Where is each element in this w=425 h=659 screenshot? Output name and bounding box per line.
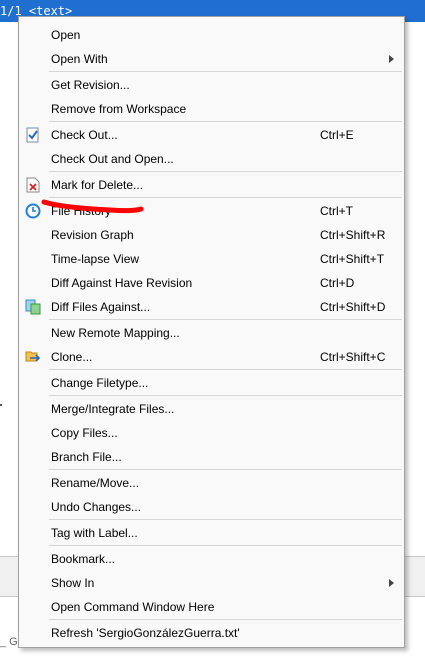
menu-item-remove-from-workspace[interactable]: Remove from Workspace [19,97,404,121]
menu-item-label: Time-lapse View [51,252,140,266]
menu-item-check-out[interactable]: Check Out... Ctrl+E [19,123,404,147]
menu-item-label: Diff Against Have Revision [51,276,193,290]
menu-item-label: Copy Files... [51,426,118,440]
menu-item-clone[interactable]: Clone... Ctrl+Shift+C [19,345,404,369]
menu-item-check-out-and-open[interactable]: Check Out and Open... [19,147,404,171]
menu-item-label: Open Command Window Here [51,600,215,614]
clone-icon [25,349,41,365]
menu-item-revision-graph[interactable]: Revision Graph Ctrl+Shift+R [19,223,404,247]
menu-item-merge-integrate[interactable]: Merge/Integrate Files... [19,397,404,421]
delete-file-icon [25,177,41,193]
menu-item-diff-against-have[interactable]: Diff Against Have Revision Ctrl+D [19,271,404,295]
menu-item-label: Mark for Delete... [51,178,144,192]
menu-item-open-command-window[interactable]: Open Command Window Here [19,595,404,619]
menu-item-label: Clone... [51,350,93,364]
menu-item-shortcut: Ctrl+Shift+C [320,350,386,364]
menu-separator [49,171,402,172]
menu-item-refresh[interactable]: Refresh 'SergioGonzálezGuerra.txt' [19,621,404,645]
menu-item-show-in[interactable]: Show In [19,571,404,595]
menu-item-label: Bookmark... [51,552,116,566]
menu-item-file-history[interactable]: File History Ctrl+T [19,199,404,223]
menu-item-label: Show In [51,576,95,590]
context-menu: Open Open With Get Revision... Remove fr… [18,16,405,648]
diff-files-icon [25,299,41,315]
menu-separator [49,71,402,72]
menu-separator [49,619,402,620]
menu-separator [49,469,402,470]
submenu-arrow-icon [389,579,394,587]
menu-item-label: Undo Changes... [51,500,142,514]
menu-item-shortcut: Ctrl+E [320,128,354,142]
menu-item-get-revision[interactable]: Get Revision... [19,73,404,97]
checkout-icon [25,127,41,143]
submenu-arrow-icon [389,55,394,63]
menu-item-shortcut: Ctrl+Shift+D [320,300,386,314]
menu-item-label: Check Out... [51,128,118,142]
menu-separator [49,121,402,122]
menu-item-label: Merge/Integrate Files... [51,402,175,416]
menu-item-label: Diff Files Against... [51,300,151,314]
menu-item-time-lapse-view[interactable]: Time-lapse View Ctrl+Shift+T [19,247,404,271]
menu-item-bookmark[interactable]: Bookmark... [19,547,404,571]
menu-item-label: New Remote Mapping... [51,326,180,340]
menu-item-label: Change Filetype... [51,376,149,390]
menu-separator [49,319,402,320]
menu-item-tag-with-label[interactable]: Tag with Label... [19,521,404,545]
menu-item-label: Remove from Workspace [51,102,187,116]
app-marker [0,404,2,406]
menu-item-label: Branch File... [51,450,122,464]
menu-item-diff-files-against[interactable]: Diff Files Against... Ctrl+Shift+D [19,295,404,319]
menu-item-label: Tag with Label... [51,526,138,540]
menu-item-label: Refresh 'SergioGonzálezGuerra.txt' [51,626,240,640]
menu-item-label: Get Revision... [51,78,130,92]
menu-separator [49,545,402,546]
menu-item-shortcut: Ctrl+T [320,204,353,218]
menu-item-label: Rename/Move... [51,476,140,490]
menu-item-change-filetype[interactable]: Change Filetype... [19,371,404,395]
menu-separator [49,519,402,520]
history-clock-icon [25,203,41,219]
menu-item-label: Revision Graph [51,228,134,242]
menu-item-new-remote-mapping[interactable]: New Remote Mapping... [19,321,404,345]
menu-item-label: Open [51,28,81,42]
menu-item-label: Open With [51,52,108,66]
menu-item-branch-file[interactable]: Branch File... [19,445,404,469]
menu-item-undo-changes[interactable]: Undo Changes... [19,495,404,519]
menu-item-label: File History [51,204,112,218]
menu-item-open-with[interactable]: Open With [19,47,404,71]
menu-separator [49,395,402,396]
menu-item-open[interactable]: Open [19,23,404,47]
menu-item-shortcut: Ctrl+Shift+R [320,228,386,242]
menu-item-rename-move[interactable]: Rename/Move... [19,471,404,495]
menu-item-shortcut: Ctrl+D [320,276,355,290]
menu-item-mark-for-delete[interactable]: Mark for Delete... [19,173,404,197]
menu-item-copy-files[interactable]: Copy Files... [19,421,404,445]
menu-separator [49,369,402,370]
menu-item-shortcut: Ctrl+Shift+T [320,252,385,266]
menu-separator [49,197,402,198]
menu-item-label: Check Out and Open... [51,152,174,166]
